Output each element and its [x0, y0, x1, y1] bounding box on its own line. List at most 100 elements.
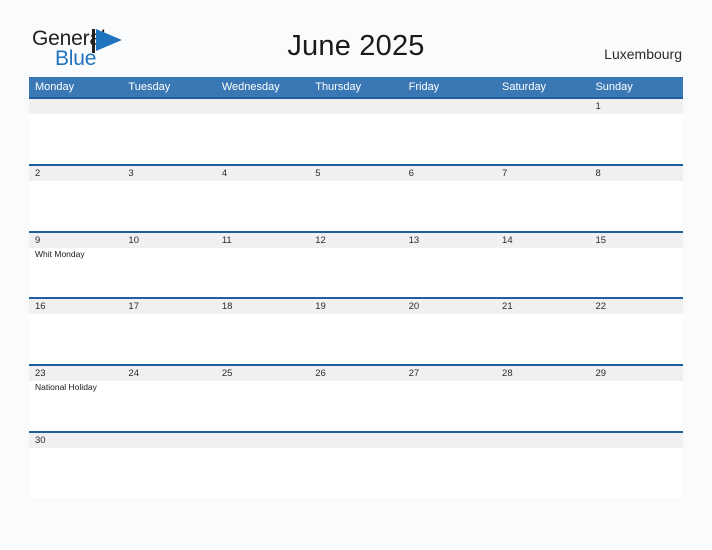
day-number[interactable]: 6: [403, 166, 496, 181]
day-event: [496, 114, 589, 164]
day-number[interactable]: 26: [309, 366, 402, 381]
day-number[interactable]: 19: [309, 299, 402, 314]
day-number[interactable]: 5: [309, 166, 402, 181]
day-number[interactable]: 21: [496, 299, 589, 314]
weekday-header-thursday: Thursday: [315, 81, 362, 93]
day-event: Whit Monday: [35, 248, 85, 259]
day-number[interactable]: 30: [29, 433, 122, 448]
day-number[interactable]: 12: [309, 233, 402, 248]
week-day-events: [29, 314, 683, 365]
day-number[interactable]: [496, 433, 589, 448]
day-event: [216, 381, 309, 431]
weekday-header-sunday: Sunday: [595, 81, 633, 93]
day-number[interactable]: 14: [496, 233, 589, 248]
day-event: National Holiday: [35, 382, 97, 393]
week-row: 2 3 4 5 6 7 8: [29, 163, 683, 231]
day-number[interactable]: 1: [589, 99, 682, 114]
week-day-events: [29, 180, 683, 231]
day-number[interactable]: 29: [589, 366, 682, 381]
day-number[interactable]: 20: [403, 299, 496, 314]
day-event: [309, 314, 402, 364]
weekday-header-monday: Monday: [35, 81, 75, 93]
week-day-numbers: 2 3 4 5 6 7 8: [29, 165, 683, 181]
weekday-header-row: Monday Tuesday Wednesday Thursday Friday…: [29, 77, 683, 97]
day-number[interactable]: [122, 99, 215, 114]
day-number[interactable]: 9: [29, 233, 122, 248]
day-event: [496, 314, 589, 364]
week-row: 16 17 18 19 20 21 22: [29, 297, 683, 365]
day-event: [122, 181, 215, 231]
day-event: [589, 181, 682, 231]
day-event: [309, 381, 402, 431]
day-number[interactable]: [309, 433, 402, 448]
day-number[interactable]: 2: [29, 166, 122, 181]
day-event: [216, 248, 309, 298]
day-number[interactable]: [29, 99, 122, 114]
week-day-events: National Holiday: [29, 381, 683, 431]
day-number[interactable]: 22: [589, 299, 682, 314]
page-header: General Blue June 2025 Luxembourg: [0, 0, 712, 77]
day-event: [29, 114, 122, 164]
week-day-numbers: 16 17 18 19 20 21 22: [29, 299, 683, 315]
day-event: [309, 248, 402, 298]
week-day-numbers: 23 24 25 26 27 28 29: [29, 366, 683, 382]
weekday-header-friday: Friday: [408, 81, 440, 93]
day-number[interactable]: [309, 99, 402, 114]
day-event: [496, 448, 589, 498]
day-number[interactable]: 18: [216, 299, 309, 314]
week-row: 9 10 11 12 13 14 15 Whit Monday: [29, 230, 683, 298]
day-event: [29, 448, 122, 498]
day-number[interactable]: [216, 99, 309, 114]
day-event: [589, 314, 682, 364]
day-number[interactable]: 27: [403, 366, 496, 381]
day-number[interactable]: [216, 433, 309, 448]
day-event: [309, 181, 402, 231]
week-day-numbers: 9 10 11 12 13 14 15: [29, 232, 683, 248]
country-label: Luxembourg: [604, 46, 682, 62]
day-number[interactable]: 15: [589, 233, 682, 248]
day-number[interactable]: 3: [122, 166, 215, 181]
day-number[interactable]: 8: [589, 166, 682, 181]
day-event: [122, 381, 215, 431]
day-event: [403, 448, 496, 498]
day-event: [403, 314, 496, 364]
day-number[interactable]: 11: [216, 233, 309, 248]
week-day-events: [29, 447, 683, 498]
day-number[interactable]: 13: [403, 233, 496, 248]
day-event: [589, 114, 682, 164]
day-number[interactable]: 17: [122, 299, 215, 314]
day-event: [403, 114, 496, 164]
day-number[interactable]: 16: [29, 299, 122, 314]
day-event: [589, 248, 682, 298]
day-number[interactable]: [403, 99, 496, 114]
day-number[interactable]: 23: [29, 366, 122, 381]
day-event: [122, 248, 215, 298]
weekday-header-wednesday: Wednesday: [221, 81, 280, 93]
day-number[interactable]: [403, 433, 496, 448]
day-event: [309, 448, 402, 498]
week-day-numbers: 1: [29, 99, 683, 114]
day-event: [496, 381, 589, 431]
weekday-header-saturday: Saturday: [502, 81, 547, 93]
day-number[interactable]: 24: [122, 366, 215, 381]
day-event: [122, 114, 215, 164]
day-event: [216, 448, 309, 498]
day-number[interactable]: 10: [122, 233, 215, 248]
day-number[interactable]: [589, 433, 682, 448]
day-number[interactable]: [496, 99, 589, 114]
week-day-numbers: 30: [29, 432, 683, 448]
day-event: [403, 248, 496, 298]
day-event: [403, 381, 496, 431]
day-number[interactable]: 25: [216, 366, 309, 381]
day-event: [309, 114, 402, 164]
day-event: [122, 448, 215, 498]
day-number[interactable]: 7: [496, 166, 589, 181]
day-number[interactable]: 4: [216, 166, 309, 181]
day-event: [589, 381, 682, 431]
day-number[interactable]: [122, 433, 215, 448]
week-row: 23 24 25 26 27 28 29 National Holiday: [29, 364, 683, 431]
weekday-header-tuesday: Tuesday: [128, 81, 171, 93]
day-number[interactable]: 28: [496, 366, 589, 381]
day-event: [589, 448, 682, 498]
day-event: [403, 181, 496, 231]
